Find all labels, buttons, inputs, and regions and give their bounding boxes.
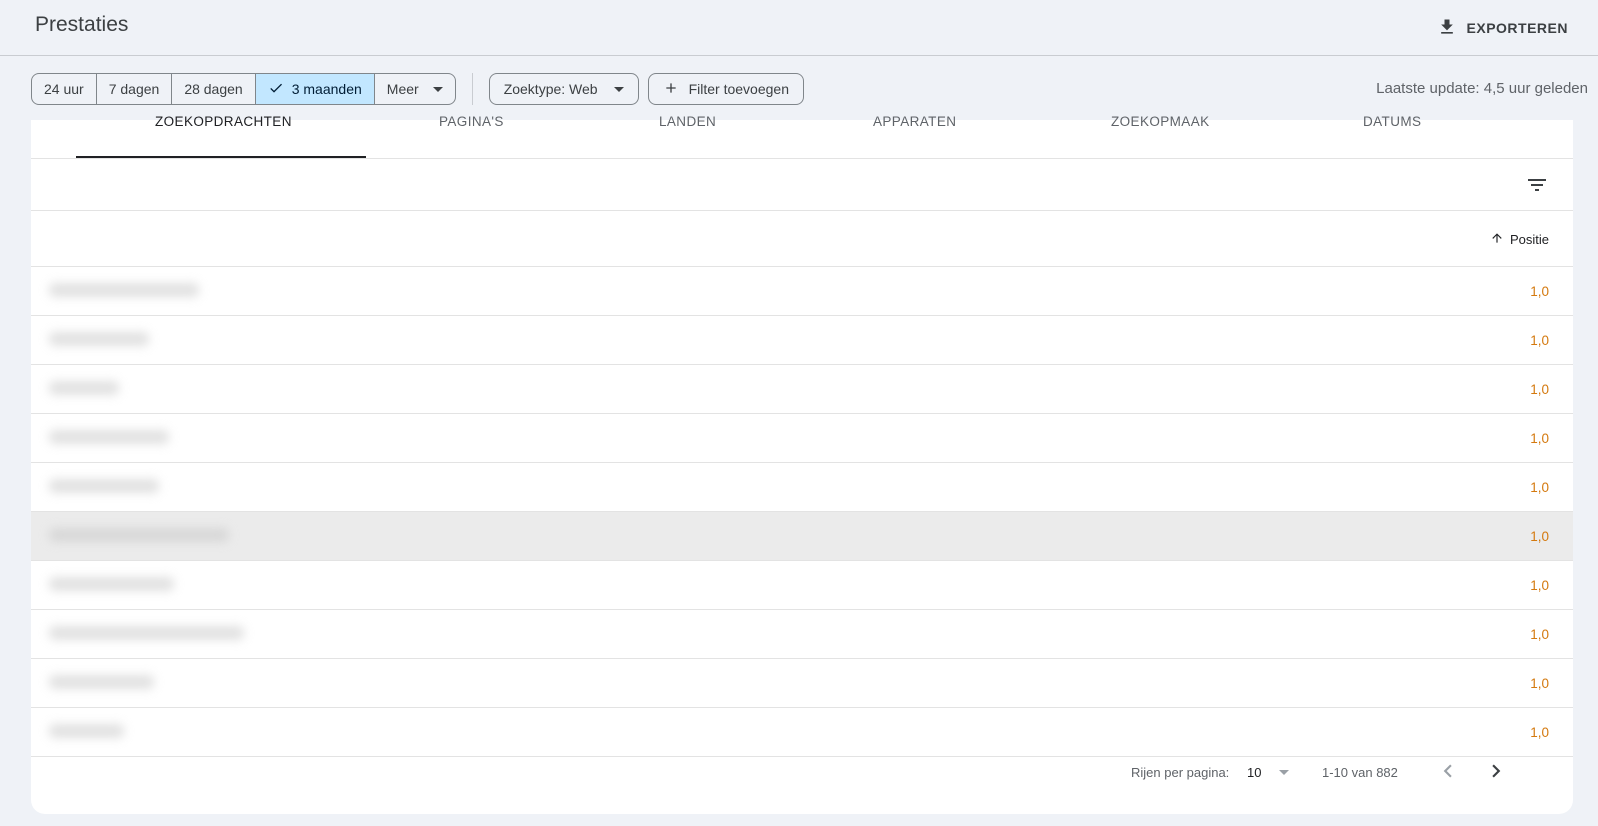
redacted-query bbox=[49, 381, 119, 395]
date-range-label: 28 dagen bbox=[184, 81, 243, 97]
table-row[interactable]: 1,0 bbox=[31, 463, 1573, 512]
rows-per-page-value: 10 bbox=[1247, 765, 1262, 780]
redacted-query bbox=[49, 577, 174, 591]
redacted-query bbox=[49, 724, 124, 738]
pagination-range: 1-10 van 882 bbox=[1322, 765, 1398, 780]
search-type-dropdown[interactable]: Zoektype: Web bbox=[488, 73, 639, 105]
pagination: Rijen per pagina: 10 1-10 van 882 bbox=[31, 753, 1573, 803]
table-row[interactable]: 1,0 bbox=[31, 708, 1573, 757]
tab-dates[interactable]: DATUMS bbox=[1363, 114, 1421, 129]
dimension-tabs: ZOEKOPDRACHTEN PAGINA'S LANDEN APPARATEN… bbox=[31, 114, 1573, 159]
date-range-label: 7 dagen bbox=[108, 81, 160, 97]
page-title: Prestaties bbox=[35, 13, 129, 36]
divider bbox=[471, 73, 473, 105]
caret-down-icon bbox=[432, 86, 443, 92]
chevron-right-icon[interactable] bbox=[1483, 758, 1509, 784]
table-row[interactable]: 1,0 bbox=[31, 267, 1573, 316]
export-button[interactable]: EXPORTEREN bbox=[1437, 13, 1568, 43]
position-value: 1,0 bbox=[1530, 578, 1549, 593]
date-range-7d[interactable]: 7 dagen bbox=[97, 74, 173, 104]
table-row[interactable]: 1,0 bbox=[31, 512, 1573, 561]
date-range-24h[interactable]: 24 uur bbox=[32, 74, 97, 104]
top-bar: Prestaties EXPORTEREN bbox=[0, 0, 1598, 56]
date-range-more[interactable]: Meer bbox=[375, 74, 455, 104]
export-label: EXPORTEREN bbox=[1466, 20, 1568, 36]
date-range-label: 24 uur bbox=[44, 81, 84, 97]
table-row[interactable]: 1,0 bbox=[31, 316, 1573, 365]
table-header: Positie bbox=[31, 211, 1573, 267]
caret-down-icon bbox=[1279, 770, 1290, 775]
arrow-up-icon bbox=[1490, 231, 1504, 248]
tab-pages[interactable]: PAGINA'S bbox=[439, 114, 504, 129]
table-row[interactable]: 1,0 bbox=[31, 610, 1573, 659]
table-row[interactable]: 1,0 bbox=[31, 365, 1573, 414]
date-range-label: 3 maanden bbox=[291, 81, 362, 97]
redacted-query bbox=[49, 626, 244, 640]
position-value: 1,0 bbox=[1530, 627, 1549, 642]
last-update-text: Laatste update: 4,5 uur geleden bbox=[1376, 80, 1588, 97]
table-body: 1,0 1,0 1,0 1,0 1,0 1,0 1,0 1,0 1,0 1,0 bbox=[31, 267, 1573, 757]
table-row[interactable]: 1,0 bbox=[31, 414, 1573, 463]
redacted-query bbox=[49, 675, 154, 689]
redacted-query bbox=[49, 479, 159, 493]
date-range-selector: 24 uur 7 dagen 28 dagen 3 maanden Meer bbox=[31, 73, 456, 105]
plus-icon bbox=[663, 80, 679, 99]
tab-devices[interactable]: APPARATEN bbox=[873, 114, 956, 129]
rows-per-page-label: Rijen per pagina: bbox=[1131, 765, 1230, 780]
position-value: 1,0 bbox=[1530, 480, 1549, 495]
redacted-query bbox=[49, 528, 229, 542]
position-value: 1,0 bbox=[1530, 676, 1549, 691]
position-value: 1,0 bbox=[1530, 333, 1549, 348]
position-column-label: Positie bbox=[1509, 232, 1549, 247]
position-value: 1,0 bbox=[1530, 529, 1549, 544]
position-value: 1,0 bbox=[1530, 431, 1549, 446]
position-value: 1,0 bbox=[1530, 382, 1549, 397]
filter-rows-icon[interactable] bbox=[1525, 173, 1549, 197]
tab-queries[interactable]: ZOEKOPDRACHTEN bbox=[155, 114, 292, 129]
date-range-3m[interactable]: 3 maanden bbox=[255, 74, 375, 104]
redacted-query bbox=[49, 430, 169, 444]
caret-down-icon bbox=[613, 86, 624, 92]
results-card: ZOEKOPDRACHTEN PAGINA'S LANDEN APPARATEN… bbox=[31, 114, 1573, 814]
add-filter-label: Filter toevoegen bbox=[688, 81, 789, 97]
search-type-label: Zoektype: Web bbox=[503, 81, 598, 97]
date-range-label: Meer bbox=[386, 81, 419, 97]
date-range-28d[interactable]: 28 dagen bbox=[172, 74, 256, 104]
table-filter-row bbox=[31, 159, 1573, 211]
active-tab-indicator bbox=[76, 156, 366, 158]
table-row[interactable]: 1,0 bbox=[31, 561, 1573, 610]
download-icon bbox=[1437, 17, 1457, 40]
tab-search-appearance[interactable]: ZOEKOPMAAK bbox=[1111, 114, 1210, 129]
rows-per-page-select[interactable]: 10 bbox=[1243, 761, 1293, 784]
redacted-query bbox=[49, 283, 199, 297]
position-value: 1,0 bbox=[1530, 284, 1549, 299]
chevron-left-icon[interactable] bbox=[1435, 758, 1461, 784]
check-icon bbox=[268, 80, 284, 99]
table-row[interactable]: 1,0 bbox=[31, 659, 1573, 708]
position-value: 1,0 bbox=[1530, 725, 1549, 740]
filter-toolbar: 24 uur 7 dagen 28 dagen 3 maanden Meer Z… bbox=[31, 73, 813, 105]
sort-position-header[interactable]: Positie bbox=[1490, 231, 1549, 248]
add-filter-button[interactable]: Filter toevoegen bbox=[647, 73, 804, 105]
redacted-query bbox=[49, 332, 149, 346]
tab-countries[interactable]: LANDEN bbox=[659, 114, 716, 129]
